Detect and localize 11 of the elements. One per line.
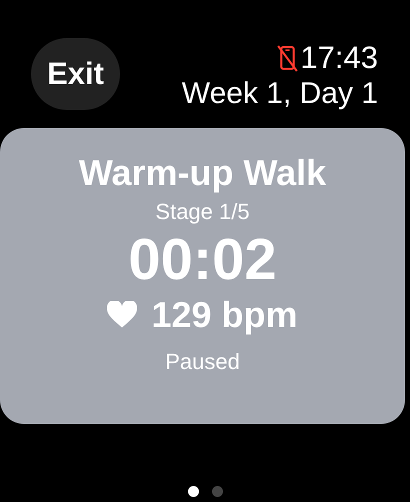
workout-title: Warm-up Walk xyxy=(78,152,326,194)
page-dot[interactable] xyxy=(188,486,198,497)
page-dot[interactable] xyxy=(212,486,222,497)
workout-subtitle: Week 1, Day 1 xyxy=(182,77,378,111)
workout-state: Paused xyxy=(165,348,240,376)
exit-button[interactable]: Exit xyxy=(31,38,120,110)
clock-time: 17:43 xyxy=(300,43,378,73)
heart-rate: 129 bpm xyxy=(151,294,298,336)
elapsed-time: 00:02 xyxy=(128,228,277,292)
stage-label: Stage 1/5 xyxy=(155,198,250,226)
heart-icon xyxy=(107,301,138,329)
